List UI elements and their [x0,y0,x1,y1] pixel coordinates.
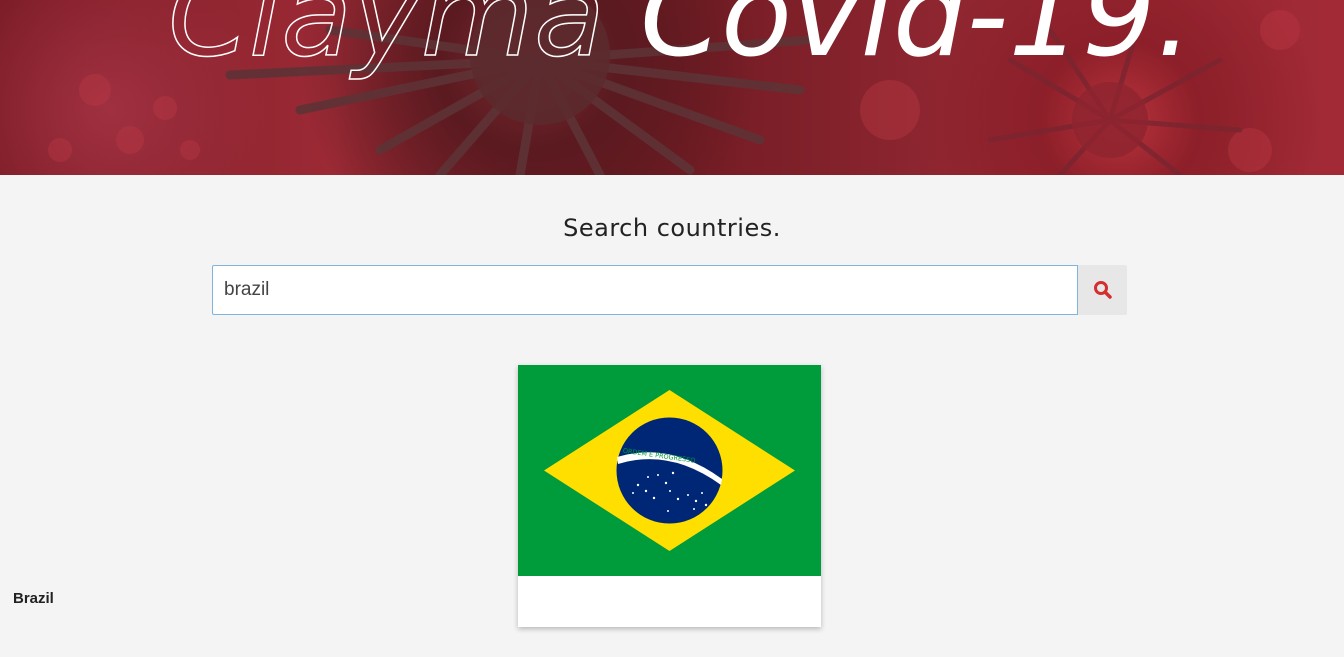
country-name: Brazil [13,590,54,607]
hero-title-outline: Clayma [168,0,605,83]
country-card[interactable]: ORDEM E PROGRESSO [518,365,821,627]
hero-banner: Clayma Covid-19. [0,0,1344,175]
brazil-flag-image: ORDEM E PROGRESSO [518,365,821,576]
search-bar [212,265,1127,315]
search-icon [1093,281,1112,299]
search-heading: Search countries. [563,214,781,242]
search-input[interactable] [212,265,1078,315]
hero-title-solid: Covid-19. [640,0,1193,83]
search-button[interactable] [1078,265,1127,315]
hero-title: Clayma Covid-19. [167,0,1193,84]
